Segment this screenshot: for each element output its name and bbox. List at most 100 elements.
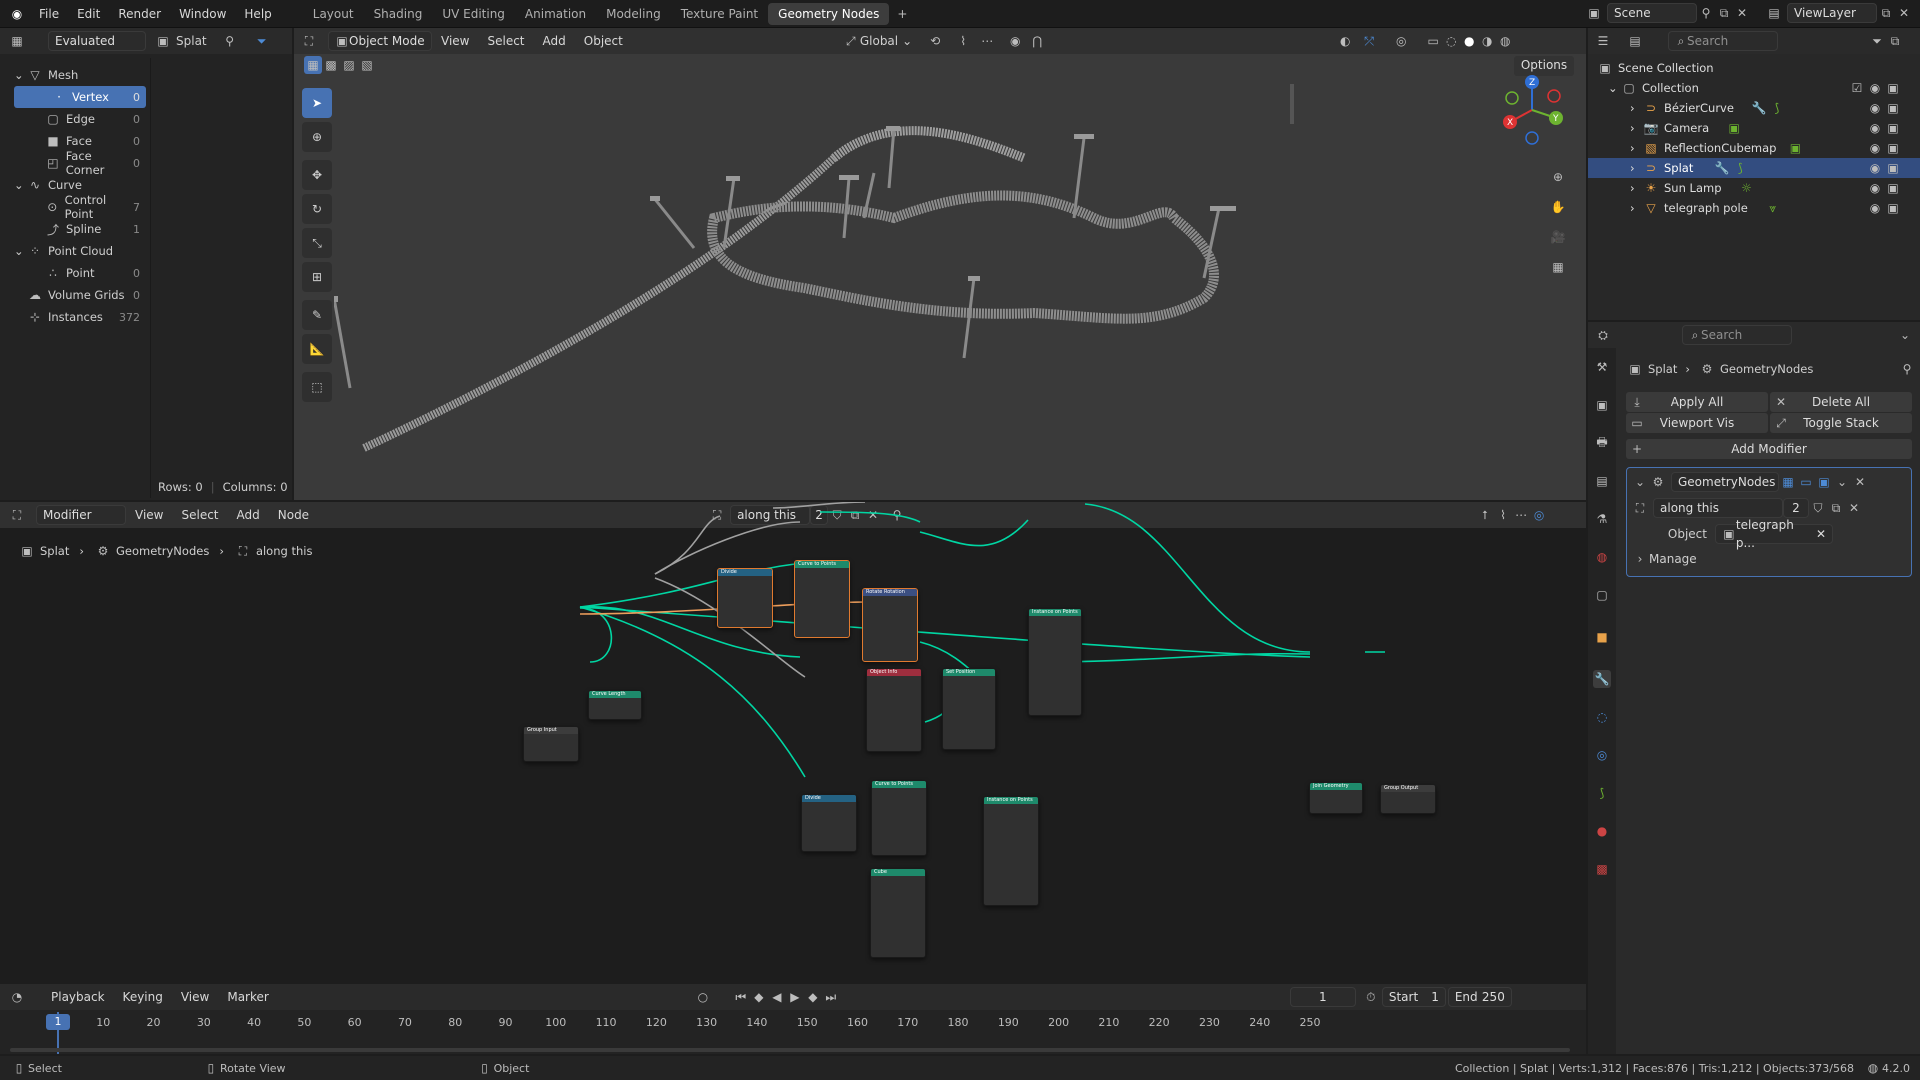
pivot-icon[interactable]: ⟲ bbox=[926, 32, 944, 50]
tool-tab-icon[interactable]: ⚒ bbox=[1593, 358, 1611, 376]
pin-icon[interactable]: ⚲ bbox=[1697, 4, 1715, 22]
new-scene-icon[interactable]: ⧉ bbox=[1715, 4, 1733, 22]
edit-mode-icon[interactable]: ▦ bbox=[1779, 473, 1797, 491]
object-tab-icon[interactable]: ■ bbox=[1593, 628, 1611, 646]
unlink-icon[interactable]: ✕ bbox=[1845, 499, 1863, 517]
view-layer-name[interactable]: ViewLayer bbox=[1787, 3, 1877, 23]
viewport-menu-select[interactable]: Select bbox=[478, 27, 533, 55]
tab-shading[interactable]: Shading bbox=[364, 3, 433, 25]
chevron-down-icon[interactable]: ⌄ bbox=[1896, 326, 1914, 344]
timeline-menu-marker[interactable]: Marker bbox=[218, 983, 277, 1011]
spreadsheet-editor-type-icon[interactable]: ▦ bbox=[8, 32, 26, 50]
node-tree-icon[interactable]: ⛶ bbox=[1631, 499, 1649, 517]
outliner-item-camera[interactable]: › 📷 Camera ▣ ◉ ▣ bbox=[1596, 118, 1920, 138]
transform-orientation[interactable]: ⤢ Global ⌄ bbox=[842, 32, 912, 50]
checkbox-icon[interactable]: ☑ bbox=[1848, 79, 1866, 97]
filter-icon[interactable]: ⏷ bbox=[1868, 32, 1886, 50]
end-frame-field[interactable]: End 250 bbox=[1447, 987, 1512, 1007]
modifier-tab-icon[interactable]: 🔧 bbox=[1593, 670, 1611, 688]
display-mode-icon[interactable]: ▤ bbox=[1626, 32, 1644, 50]
timeline-scrollbar[interactable] bbox=[10, 1048, 1570, 1052]
delete-scene-icon[interactable]: ✕ bbox=[1733, 4, 1751, 22]
add-modifier-button[interactable]: + Add Modifier bbox=[1626, 439, 1912, 459]
eye-icon[interactable]: ◉ bbox=[1866, 79, 1884, 97]
rotate-tool-icon[interactable]: ↻ bbox=[302, 194, 332, 224]
new-collection-icon[interactable]: ⧉ bbox=[1886, 32, 1904, 50]
timeline-menu-view[interactable]: View bbox=[172, 983, 218, 1011]
modifier-name-field[interactable]: GeometryNodes bbox=[1671, 472, 1779, 492]
menu-help[interactable]: Help bbox=[235, 0, 280, 28]
add-workspace-icon[interactable]: + bbox=[893, 5, 911, 23]
outliner-item-splat[interactable]: › ⊃ Splat 🔧 ⟆ ◉ ▣ bbox=[1588, 158, 1920, 178]
prev-keyframe-icon[interactable]: ◆ bbox=[750, 988, 768, 1006]
3d-viewport[interactable]: ⛶ ▣ Object Mode View Select Add Object ⤢ G… bbox=[294, 28, 1586, 500]
particles-tab-icon[interactable]: ◌ bbox=[1593, 708, 1611, 726]
stopwatch-icon[interactable]: ⏱ bbox=[1362, 988, 1380, 1006]
current-frame-field[interactable]: 1 bbox=[1289, 987, 1356, 1007]
filter-icon[interactable]: ⏷ bbox=[253, 32, 271, 50]
node-divide-1[interactable]: Divide bbox=[717, 568, 773, 628]
add-cube-tool-icon[interactable]: ⬚ bbox=[302, 372, 332, 402]
pin-icon[interactable]: ⚲ bbox=[221, 32, 239, 50]
proportional-edit-icon[interactable]: ◉ bbox=[1006, 32, 1024, 50]
timeline-menu-playback[interactable]: Playback bbox=[42, 983, 114, 1011]
properties-editor-type-icon[interactable]: ⛭ bbox=[1594, 326, 1612, 344]
manage-subpanel[interactable]: Manage bbox=[1649, 552, 1697, 566]
play-icon[interactable]: ▶ bbox=[786, 988, 804, 1006]
scene-selector[interactable]: ▣ Scene ⚲ ⧉ ✕ bbox=[1585, 3, 1751, 23]
collection-row[interactable]: ⌄ ▢ Collection ☑ ◉ ▣ bbox=[1596, 78, 1920, 98]
scene-collection-row[interactable]: ▣ Scene Collection bbox=[1596, 58, 1920, 78]
snap-target-icon[interactable]: ⋯ bbox=[978, 32, 996, 50]
tab-layout[interactable]: Layout bbox=[303, 3, 364, 25]
object-input-field[interactable]: ▣ telegraph p... ✕ bbox=[1715, 518, 1833, 550]
xray-icon[interactable]: ▭ bbox=[1424, 32, 1442, 50]
tree-item-spline[interactable]: ⤴ Spline 1 bbox=[4, 218, 146, 240]
move-tool-icon[interactable]: ✥ bbox=[302, 160, 332, 190]
select-new-icon[interactable]: ▦ bbox=[304, 56, 322, 74]
render-display-icon[interactable]: ▣ bbox=[1815, 473, 1833, 491]
timeline-editor-type-icon[interactable]: ◔ bbox=[8, 988, 26, 1006]
outliner-item-sun-lamp[interactable]: › ☀ Sun Lamp ☼ ◉ ▣ bbox=[1596, 178, 1920, 198]
node-instance-on-points-1[interactable]: Instance on Points bbox=[1028, 608, 1082, 716]
chevron-down-icon[interactable]: ⌄ bbox=[1833, 473, 1851, 491]
tree-item-instances[interactable]: ⊹ Instances 372 bbox=[4, 306, 146, 328]
timeline-menu-keying[interactable]: Keying bbox=[114, 983, 172, 1011]
node-cube[interactable]: Cube bbox=[870, 868, 926, 958]
node-curve-to-points-2[interactable]: Curve to Points bbox=[871, 780, 927, 856]
next-keyframe-icon[interactable]: ◆ bbox=[804, 988, 822, 1006]
eye-icon[interactable]: ◉ bbox=[1866, 139, 1884, 157]
auto-keying-icon[interactable]: ○ bbox=[694, 988, 712, 1006]
collapse-chevron-icon[interactable]: ⌄ bbox=[1631, 473, 1649, 491]
render-tab-icon[interactable]: ▣ bbox=[1593, 396, 1611, 414]
texture-tab-icon[interactable]: ▩ bbox=[1593, 860, 1611, 878]
delete-view-layer-icon[interactable]: ✕ bbox=[1895, 4, 1913, 22]
tree-item-vertex[interactable]: · Vertex 0 bbox=[14, 86, 146, 108]
physics-tab-icon[interactable]: ◎ bbox=[1593, 746, 1611, 764]
tree-item-control-point[interactable]: ⊙ Control Point 7 bbox=[4, 193, 146, 221]
camera-icon[interactable]: ▣ bbox=[1884, 139, 1902, 157]
zoom-icon[interactable]: ⊕ bbox=[1549, 168, 1567, 186]
menu-file[interactable]: File bbox=[30, 0, 68, 28]
curve-data-icon[interactable]: ⟆ bbox=[1731, 159, 1749, 177]
properties-search[interactable]: ⌕ Search bbox=[1682, 325, 1792, 345]
eye-icon[interactable]: ◉ bbox=[1866, 199, 1884, 217]
node-group-output[interactable]: Group Output bbox=[1380, 784, 1436, 814]
overlays-icon[interactable]: ◎ bbox=[1392, 32, 1410, 50]
node-curve-length[interactable]: Curve Length bbox=[588, 690, 642, 720]
evaluation-mode-dropdown[interactable]: Evaluated bbox=[48, 31, 146, 51]
world-tab-icon[interactable]: ◍ bbox=[1593, 548, 1611, 566]
viewport-menu-add[interactable]: Add bbox=[534, 27, 575, 55]
menu-window[interactable]: Window bbox=[170, 0, 235, 28]
camera-icon[interactable]: ▣ bbox=[1884, 119, 1902, 137]
mesh-data-icon[interactable]: ⩔ bbox=[1764, 199, 1782, 217]
node-curve-to-points-1[interactable]: Curve to Points bbox=[794, 560, 850, 638]
editor-type-icon[interactable]: ⛶ bbox=[300, 32, 318, 50]
menu-render[interactable]: Render bbox=[109, 0, 170, 28]
view-layer-selector[interactable]: ▤ ViewLayer ⧉ ✕ bbox=[1765, 3, 1913, 23]
annotate-tool-icon[interactable]: ✎ bbox=[302, 300, 332, 330]
select-box-tool-icon[interactable]: ➤ bbox=[302, 88, 332, 118]
node-group-users[interactable]: 2 bbox=[1783, 498, 1809, 518]
cursor-tool-icon[interactable]: ⊕ bbox=[302, 122, 332, 152]
tree-item-point-cloud[interactable]: ⌄ ⁘ Point Cloud bbox=[4, 240, 146, 262]
falloff-icon[interactable]: ⋂ bbox=[1028, 32, 1046, 50]
